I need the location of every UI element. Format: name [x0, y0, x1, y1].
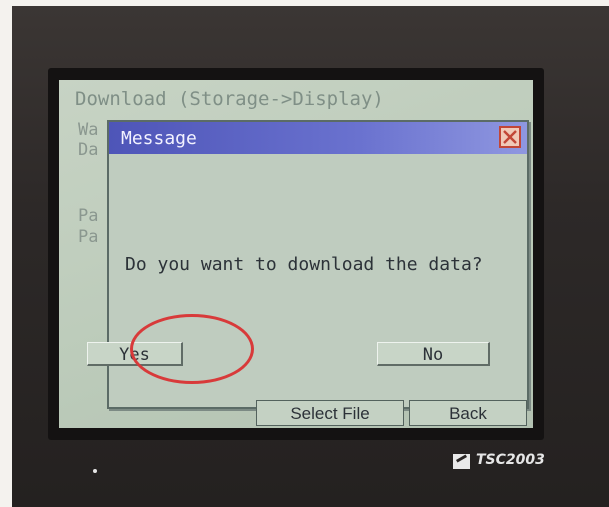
- background-screen-title: Download (Storage->Display): [75, 88, 384, 110]
- background-label-fragment: Da: [78, 140, 99, 160]
- back-button[interactable]: Back: [409, 400, 527, 426]
- dialog-titlebar: Message: [109, 122, 527, 154]
- no-button[interactable]: No: [377, 342, 490, 366]
- lcd-screen: Download (Storage->Display) Wa Da Pa Pa …: [59, 80, 533, 428]
- dialog-message: Do you want to download the data?: [125, 254, 483, 275]
- select-file-button[interactable]: Select File: [256, 400, 404, 426]
- close-icon[interactable]: [499, 126, 521, 148]
- background-label-fragment: Wa: [78, 120, 99, 140]
- brand-logo-icon: [453, 454, 470, 469]
- dialog-title: Message: [121, 128, 197, 149]
- background-label-fragment: Pa: [78, 227, 99, 247]
- background-label-fragment: Pa: [78, 206, 99, 226]
- power-led: [93, 469, 97, 473]
- brand-name: TSC2003: [476, 452, 545, 468]
- yes-button[interactable]: Yes: [87, 342, 183, 366]
